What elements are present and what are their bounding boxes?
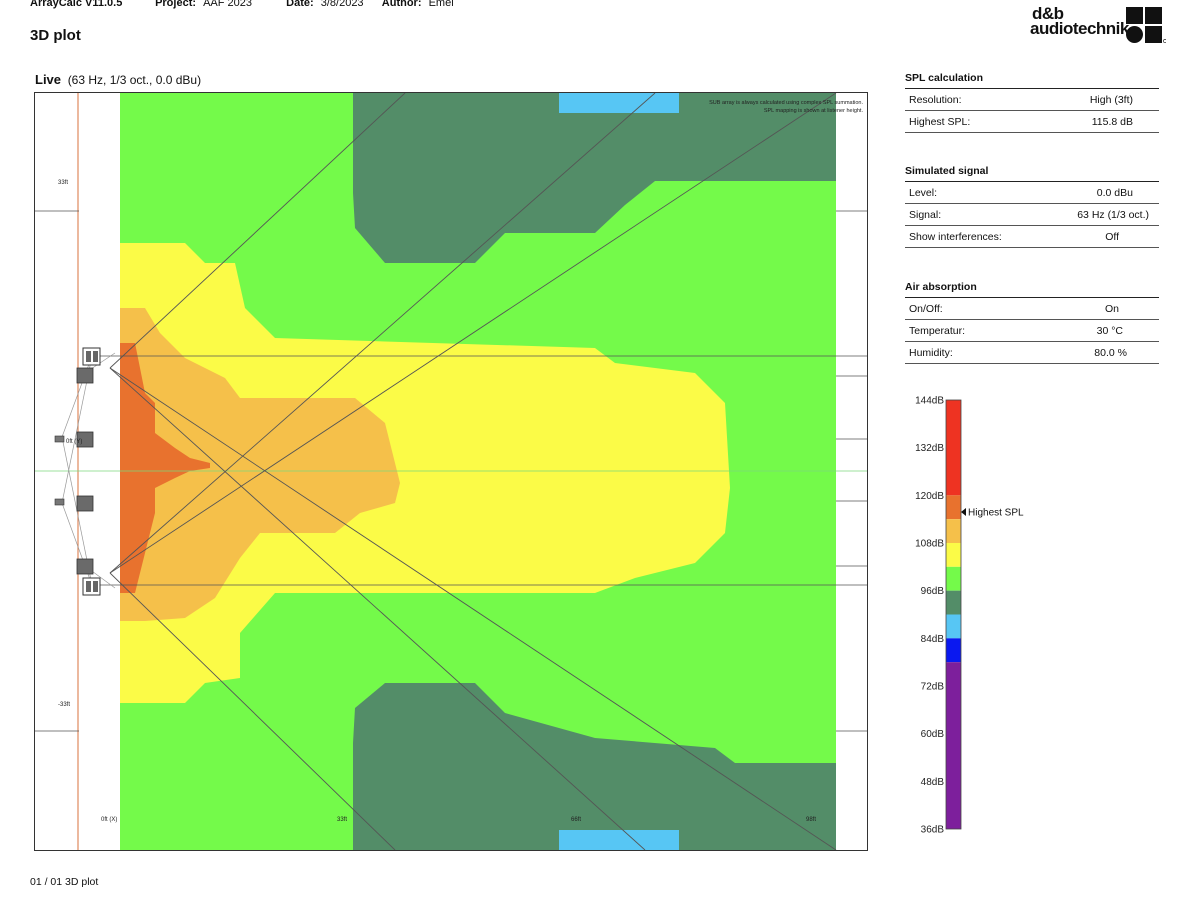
light-blue-zone-bottom [559, 830, 679, 850]
temperature-value: 30 °C [1096, 324, 1123, 337]
color-scale-bar [946, 400, 961, 829]
array-bottom-icon [82, 577, 101, 596]
x-label-0: 0ft (X) [101, 817, 117, 823]
report-header: ArrayCalc V11.0.5 Project: AAF 2023 Date… [30, 0, 454, 9]
scale-band-4 [946, 566, 961, 591]
date-value: 3/8/2023 [320, 0, 364, 9]
temperature-row: Temperatur: 30 °C [905, 320, 1159, 342]
scale-label: 108dB [915, 539, 944, 550]
simulated-signal-panel: Simulated signal Level: 0.0 dBu Signal: … [905, 165, 1159, 248]
page-footer: 01 / 01 3D plot [30, 876, 99, 888]
interferences-key: Show interferences: [909, 230, 1002, 243]
scale-label: 72dB [921, 682, 945, 693]
scale-band-1 [946, 495, 961, 520]
spl-calculation-heading: SPL calculation [905, 72, 1159, 89]
temperature-key: Temperatur: [909, 324, 966, 337]
scale-band-3 [946, 543, 961, 567]
spl-calculation-panel: SPL calculation Resolution: High (3ft) H… [905, 72, 1159, 133]
air-absorption-panel: Air absorption On/Off: On Temperatur: 30… [905, 281, 1159, 364]
date-label: Date: [286, 0, 314, 9]
plot-title: Live (63 Hz, 1/3 oct., 0.0 dBu) [35, 72, 201, 87]
x-label-1: 33ft [337, 817, 347, 823]
on-off-row: On/Off: On [905, 298, 1159, 320]
scale-band-6 [946, 614, 961, 639]
highest-spl-marker: Highest SPL [961, 508, 1024, 519]
stage-strip [79, 93, 120, 850]
x-label-2: 66ft [571, 817, 581, 823]
scale-label: 132dB [915, 443, 944, 454]
highest-spl-value: 115.8 dB [1091, 115, 1133, 128]
light-blue-zone-top [559, 93, 679, 113]
spl-mapping-plot[interactable]: 33ft -33ft 0ft (Y) 0ft (X) 33ft 66ft 98f… [34, 92, 868, 851]
scale-band-7 [946, 638, 961, 663]
on-off-value: On [1104, 302, 1119, 315]
logo-wordmark: d&b audiotechnik [1030, 5, 1129, 38]
highest-spl-row: Highest SPL: 115.8 dB [905, 111, 1159, 133]
scale-label: 96dB [921, 586, 945, 597]
y-label-top: 33ft [58, 180, 68, 186]
scale-label: 48dB [921, 777, 945, 788]
scale-band-5 [946, 590, 961, 615]
spl-map-svg: 33ft -33ft 0ft (Y) 0ft (X) 33ft 66ft 98f… [35, 93, 867, 850]
array-top-icon [82, 347, 101, 366]
author-label: Author: [381, 0, 422, 9]
sub-speaker-icon [76, 367, 94, 384]
resolution-value: High (3ft) [1089, 93, 1133, 106]
y-label-mid: 0ft (Y) [66, 439, 82, 445]
sub-speaker-icon [76, 495, 94, 512]
signal-key: Signal: [909, 208, 942, 221]
page-title: 3D plot [30, 27, 81, 44]
humidity-value: 80.0 % [1094, 346, 1127, 359]
scale-label: 60dB [921, 729, 945, 740]
interferences-value: Off [1105, 230, 1119, 243]
signal-value: 63 Hz (1/3 oct.) [1077, 208, 1149, 221]
humidity-key: Humidity: [909, 346, 953, 359]
project-name: AAF 2023 [203, 0, 253, 9]
scale-band-2 [946, 519, 961, 543]
fill-speaker-icon [54, 435, 65, 443]
scale-band-8 [946, 662, 961, 829]
simulated-signal-heading: Simulated signal [905, 165, 1159, 182]
interferences-row: Show interferences: Off [905, 226, 1159, 248]
color-scale-svg: 144dB 132dB 120dB 108dB 96dB 84dB 72dB 60dB 48dB… [915, 396, 1024, 836]
scale-label: 144dB [915, 396, 944, 407]
scale-label: 84dB [921, 634, 945, 645]
logo-line2: audiotechnik [1030, 19, 1129, 38]
signal-row: Signal: 63 Hz (1/3 oct.) [905, 204, 1159, 226]
scale-label: 120dB [915, 491, 944, 502]
resolution-key: Resolution: [909, 93, 962, 106]
fill-speaker-icon [54, 498, 65, 506]
plot-params: (63 Hz, 1/3 oct., 0.0 dBu) [67, 73, 202, 87]
on-off-key: On/Off: [909, 302, 943, 315]
air-absorption-heading: Air absorption [905, 281, 1159, 298]
highest-spl-marker-label: Highest SPL [968, 508, 1024, 519]
plot-note-line2: SPL mapping is shown at listener height. [764, 108, 864, 114]
plot-mode: Live [35, 72, 62, 87]
logo-mark-icon [1126, 7, 1166, 43]
humidity-row: Humidity: 80.0 % [905, 342, 1159, 364]
color-scale-labels: 144dB 132dB 120dB 108dB 96dB 84dB 72dB 60dB 48dB… [915, 396, 944, 836]
sub-speaker-icon [76, 558, 94, 575]
resolution-row: Resolution: High (3ft) [905, 89, 1159, 111]
db-logo: d&b audiotechnik [1030, 5, 1166, 46]
level-value: 0.0 dBu [1096, 186, 1133, 199]
app-version: ArrayCalc V11.0.5 [30, 0, 123, 9]
x-label-3: 98ft [806, 817, 816, 823]
author-value: Emei [428, 0, 454, 9]
marker-arrow-icon [961, 508, 966, 517]
scale-band-0 [946, 400, 961, 496]
scale-label: 36dB [921, 825, 945, 836]
spl-color-scale: 144dB 132dB 120dB 108dB 96dB 84dB 72dB 60dB 48dB… [900, 390, 1060, 840]
highest-spl-key: Highest SPL: [909, 115, 971, 128]
plot-note-line1: SUB array is always calculated using com… [709, 100, 863, 106]
y-label-bottom: -33ft [58, 702, 70, 708]
level-key: Level: [909, 186, 938, 199]
level-row: Level: 0.0 dBu [905, 182, 1159, 204]
project-label: Project: [155, 0, 197, 9]
